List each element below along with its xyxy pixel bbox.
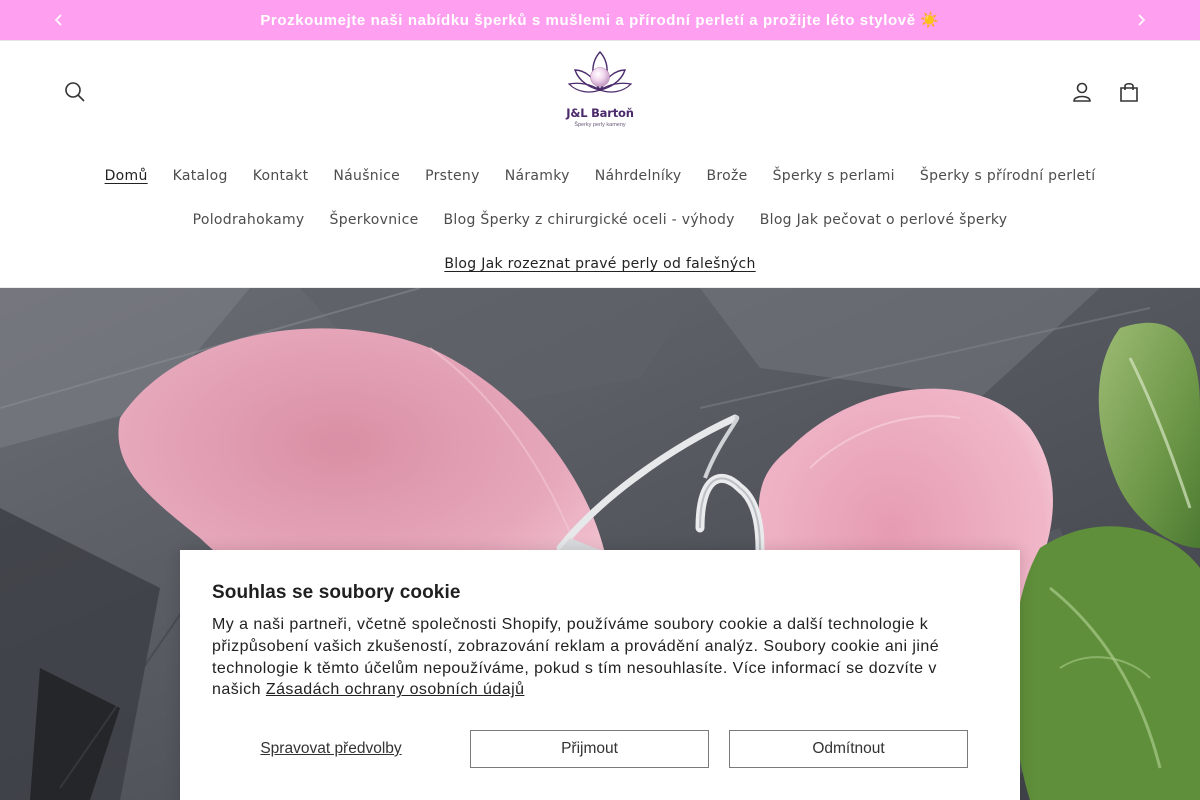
- lotus-logo-icon: [567, 50, 633, 93]
- accept-button[interactable]: Přijmout: [470, 730, 709, 768]
- nav-item-nausnice[interactable]: Náušnice: [321, 165, 413, 187]
- announcement-text: Prozkoumejte naši nabídku šperků s mušle…: [260, 12, 940, 29]
- nav-item-sperky-s-perleti[interactable]: Šperky s přírodní perletí: [907, 165, 1108, 187]
- nav-item-sperky-s-perlami[interactable]: Šperky s perlami: [760, 165, 907, 187]
- user-icon[interactable]: [1067, 77, 1097, 107]
- cookie-actions: Spravovat předvolby Přijmout Odmítnout: [212, 730, 968, 768]
- logo-name: J&L Bartoň: [566, 106, 634, 120]
- announcement-bar: Prozkoumejte naši nabídku šperků s mušle…: [0, 0, 1200, 41]
- chevron-right-icon[interactable]: [1132, 11, 1150, 29]
- cookie-title: Souhlas se soubory cookie: [212, 582, 461, 603]
- cookie-description: My a naši partneři, včetně společnosti S…: [212, 614, 988, 701]
- nav-item-katalog[interactable]: Katalog: [160, 165, 240, 187]
- nav-item-blog-prave-perly[interactable]: Blog Jak rozeznat pravé perly od falešný…: [432, 253, 768, 275]
- nav-item-sperkovnice[interactable]: Šperkovnice: [317, 209, 431, 231]
- nav-item-domu[interactable]: Domů: [92, 165, 160, 187]
- bag-icon[interactable]: [1114, 77, 1144, 107]
- nav-item-polodrahokamy[interactable]: Polodrahokamy: [180, 209, 317, 231]
- nav-item-prsteny[interactable]: Prsteny: [413, 165, 493, 187]
- nav-item-naramky[interactable]: Náramky: [492, 165, 582, 187]
- nav-item-blog-perlove-sperky[interactable]: Blog Jak pečovat o perlové šperky: [747, 209, 1020, 231]
- main-nav-row-3: Blog Jak rozeznat pravé perly od falešný…: [0, 253, 1200, 275]
- nav-item-nahrdelniky[interactable]: Náhrdelníky: [582, 165, 694, 187]
- cookie-consent-banner: Souhlas se soubory cookie My a naši part…: [180, 550, 1020, 800]
- chevron-left-icon[interactable]: [50, 11, 68, 29]
- site-header: J&L Bartoň Šperky perly kameny Domů Kata…: [0, 41, 1200, 288]
- decline-button[interactable]: Odmítnout: [729, 730, 968, 768]
- logo-tagline: Šperky perly kameny: [574, 122, 626, 128]
- main-nav-row-2: Polodrahokamy Šperkovnice Blog Šperky z …: [0, 209, 1200, 231]
- nav-item-kontakt[interactable]: Kontakt: [240, 165, 321, 187]
- site-logo[interactable]: J&L Bartoň Šperky perly kameny: [558, 50, 642, 136]
- nav-item-broze[interactable]: Brože: [694, 165, 760, 187]
- search-icon[interactable]: [60, 77, 90, 107]
- main-nav-row-1: Domů Katalog Kontakt Náušnice Prsteny Ná…: [0, 165, 1200, 187]
- nav-item-blog-chirurgicka-ocel[interactable]: Blog Šperky z chirurgické oceli - výhody: [431, 209, 747, 231]
- privacy-policy-link[interactable]: Zásadách ochrany osobních údajů: [266, 681, 525, 698]
- manage-preferences-button[interactable]: Spravovat předvolby: [212, 730, 450, 768]
